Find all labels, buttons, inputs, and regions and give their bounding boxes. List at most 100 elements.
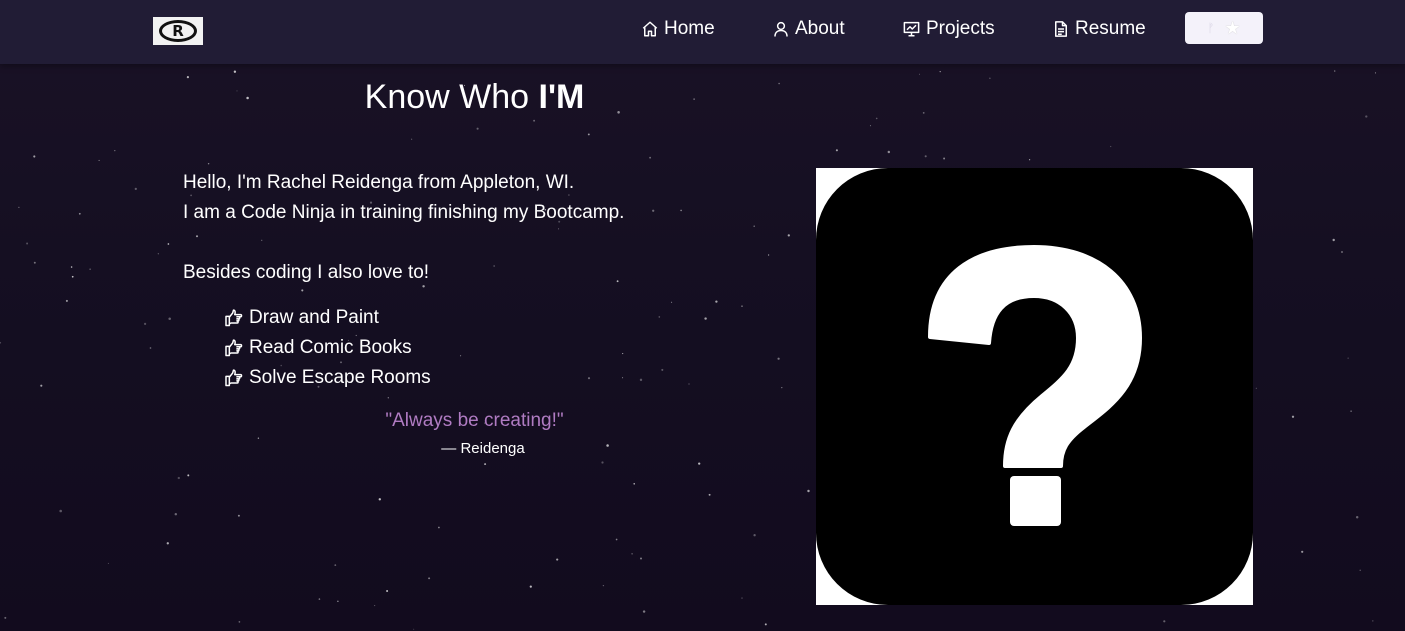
star-dot: [59, 509, 62, 513]
star-dot: [26, 242, 29, 245]
star-dot: [1255, 387, 1257, 389]
star-dot: [413, 628, 415, 630]
star-dot: [939, 70, 941, 73]
star-dot: [411, 138, 413, 140]
star-dot: [639, 378, 643, 382]
star-dot: [257, 437, 260, 439]
star-dot: [671, 301, 673, 303]
nav-home-link[interactable]: Home: [641, 17, 715, 41]
star-dot: [924, 155, 927, 158]
star-dot: [633, 483, 635, 485]
star-dot: [587, 133, 590, 136]
star-dot: [40, 384, 43, 387]
star-dot: [428, 577, 431, 580]
star-dot: [1372, 620, 1374, 622]
list-item: Draw and Paint: [223, 303, 431, 333]
nav-projects-link[interactable]: Projects: [902, 17, 995, 41]
star-dot: [187, 474, 190, 477]
star-dot: [166, 542, 169, 545]
star-dot: [1333, 70, 1336, 72]
hobbies-list: Draw and Paint Read Comic Books Solve Es…: [223, 303, 431, 393]
quote-author: — Reidenga: [441, 440, 525, 457]
star-dot: [143, 322, 147, 326]
star-dot: [698, 462, 701, 465]
star-dot: [177, 476, 180, 480]
star-dot: [631, 552, 633, 555]
star-dot: [174, 512, 178, 516]
star-dot: [704, 317, 707, 320]
star-dot: [157, 253, 159, 255]
hobby-label: Solve Escape Rooms: [249, 367, 431, 388]
star-dot: [238, 621, 241, 623]
star-dot: [387, 397, 389, 399]
nav-home-label: Home: [664, 18, 715, 39]
hobby-label: Read Comic Books: [249, 337, 412, 358]
star-dot: [460, 355, 462, 357]
star-dot: [237, 514, 240, 517]
star-dot: [318, 598, 321, 600]
heading-strong: I'M: [538, 78, 585, 116]
star-dot: [529, 585, 532, 588]
quote-text: "Always be creating!": [385, 410, 564, 431]
user-icon: [774, 21, 788, 37]
star-dot: [922, 112, 925, 114]
star-dot: [715, 300, 718, 303]
star-dot: [875, 117, 878, 120]
star-dot: [1110, 145, 1112, 148]
star-dot: [33, 261, 36, 264]
star-dot: [207, 162, 210, 165]
about-intro: Hello, I'm Rachel Reidenga from Appleton…: [183, 168, 624, 288]
star-dot: [89, 268, 91, 270]
star-dot: [649, 156, 651, 159]
star-dot: [1355, 516, 1359, 519]
star-dot: [777, 357, 780, 360]
star-dot: [18, 206, 20, 208]
list-item: Solve Escape Rooms: [223, 363, 431, 393]
star-dot: [71, 275, 74, 278]
hobby-label: Draw and Paint: [249, 307, 379, 328]
star-dot: [107, 562, 109, 564]
star-dot: [438, 526, 440, 529]
star-dot: [887, 150, 891, 154]
star-dot: [989, 77, 991, 79]
star-dot: [1291, 415, 1295, 418]
star-dot: [943, 157, 946, 160]
star-dot: [615, 538, 618, 541]
star-dot: [70, 266, 73, 268]
star-dot: [167, 243, 170, 245]
fork-icon: ᚠ: [1207, 21, 1215, 35]
avatar: [816, 168, 1253, 605]
star-dot: [301, 289, 304, 292]
star-dot: [374, 605, 376, 607]
star-dot: [1350, 410, 1352, 412]
about-heading: Know Who I'M: [183, 78, 766, 117]
star-dot: [781, 387, 783, 389]
star-dot: [33, 155, 36, 158]
github-star-button[interactable]: ᚠ ★: [1185, 12, 1263, 44]
nav-resume-link[interactable]: Resume: [1052, 17, 1146, 41]
star-dot: [918, 73, 921, 75]
star-icon: ★: [1224, 17, 1241, 39]
nav-projects-label: Projects: [926, 18, 995, 39]
star-dot: [661, 368, 664, 371]
star-dot: [753, 225, 755, 227]
star-dot: [1359, 569, 1361, 571]
star-dot: [741, 597, 743, 599]
star-dot: [378, 498, 381, 501]
nav-resume-label: Resume: [1075, 18, 1146, 39]
nav-about-label: About: [795, 18, 845, 39]
nav-about-link[interactable]: About: [772, 17, 845, 41]
heading-prefix: Know Who: [364, 78, 539, 116]
intro-line-2: I am a Code Ninja in training finishing …: [183, 202, 625, 223]
navbar: R Home About Projects Resume ᚠ ★: [0, 0, 1405, 64]
logo[interactable]: R: [153, 17, 203, 45]
star-dot: [787, 234, 790, 237]
star-dot: [601, 461, 604, 464]
star-dot: [622, 377, 624, 379]
star-dot: [1332, 238, 1335, 242]
star-dot: [807, 489, 810, 493]
star-dot: [98, 159, 100, 161]
star-dot: [1374, 72, 1377, 74]
star-dot: [1163, 620, 1166, 623]
star-dot: [134, 187, 137, 191]
